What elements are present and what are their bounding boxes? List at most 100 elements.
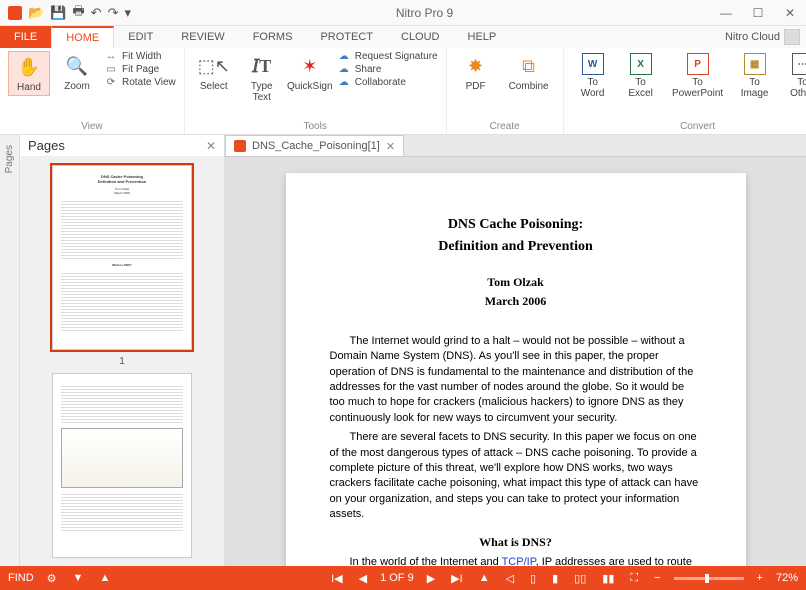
fit-width-button[interactable]: ↔Fit Width [104, 51, 176, 62]
tab-forms[interactable]: FORMS [239, 26, 307, 48]
minimize-button[interactable]: — [710, 6, 742, 20]
share-label: Share [355, 64, 382, 75]
prev-page-icon[interactable]: ◀ [356, 572, 370, 585]
combine-button[interactable]: ⧉ Combine [503, 51, 555, 94]
redo-icon[interactable]: ↷ [108, 5, 119, 21]
to-word-button[interactable]: W To Word [572, 51, 614, 101]
fit-page-label: Fit Page [122, 64, 159, 75]
to-image-button[interactable]: ▦ To Image [734, 51, 776, 101]
pages-panel-close-icon[interactable]: ✕ [206, 139, 216, 153]
side-tab-pages[interactable]: Pages [4, 145, 15, 173]
to-other-button[interactable]: ⋯ To Other [782, 51, 806, 101]
to-word-label: To Word [581, 77, 605, 99]
maximize-button[interactable]: ☐ [742, 6, 774, 20]
hand-icon: ✋ [16, 54, 42, 80]
first-page-icon[interactable]: I◀ [328, 572, 346, 585]
zoom-label: Zoom [64, 81, 90, 92]
thumbnails-list[interactable]: DNS Cache PoisoningDefinition and Preven… [20, 157, 224, 566]
rotate-view-button[interactable]: ⟳Rotate View [104, 77, 176, 88]
collaborate-button[interactable]: ☁Collaborate [337, 77, 438, 88]
app-icon [8, 6, 22, 20]
pdf-label: PDF [466, 81, 486, 92]
select-button[interactable]: ⬚↖ Select [193, 51, 235, 94]
page-number-1: 1 [119, 356, 125, 367]
quicksign-button[interactable]: ✶ QuickSign [289, 51, 331, 94]
share-button[interactable]: ☁Share [337, 64, 438, 75]
page-thumbnail-2[interactable] [52, 373, 192, 558]
work-area: Pages Pages ✕ DNS Cache PoisoningDefinit… [0, 135, 806, 566]
tab-edit[interactable]: EDIT [114, 26, 167, 48]
link-tcpip[interactable]: TCP/IP [502, 556, 536, 566]
customize-icon[interactable]: ▾ [124, 5, 131, 21]
settings-icon[interactable]: ⚙ [44, 572, 60, 585]
zoom-slider-knob[interactable] [705, 574, 709, 583]
document-tab-1-close-icon[interactable]: ✕ [386, 140, 395, 153]
back-icon[interactable]: ◁ [503, 572, 517, 585]
zoom-out-icon[interactable]: − [651, 572, 663, 584]
type-text-icon: 𝐼T [249, 53, 275, 79]
nitro-cloud-link[interactable]: Nitro Cloud [719, 26, 806, 48]
tab-home[interactable]: HOME [51, 26, 114, 48]
select-icon: ⬚↖ [201, 53, 227, 79]
fit-page-icon: ▭ [104, 64, 118, 75]
view-single-icon[interactable]: ▯ [527, 572, 539, 585]
save-icon[interactable]: 💾 [50, 5, 66, 21]
document-tab-1-label: DNS_Cache_Poisoning[1] [252, 140, 380, 152]
quicksign-icon: ✶ [297, 53, 323, 79]
view-facing-icon[interactable]: ▯▯ [571, 572, 589, 585]
type-text-button[interactable]: 𝐼T Type Text [241, 51, 283, 105]
to-powerpoint-button[interactable]: P To PowerPoint [668, 51, 728, 101]
next-find-icon[interactable]: ▲ [96, 572, 113, 584]
fit-page-button[interactable]: ▭ Fit Page [104, 64, 176, 75]
prev-find-icon[interactable]: ▼ [70, 572, 87, 584]
window-controls: — ☐ ✕ [710, 6, 806, 20]
zoom-slider[interactable] [674, 577, 744, 580]
group-tools-label: Tools [193, 121, 438, 132]
word-icon: W [582, 53, 604, 75]
file-tab[interactable]: FILE [0, 26, 51, 48]
doc-title-2: Definition and Prevention [330, 237, 702, 257]
combine-icon: ⧉ [516, 53, 542, 79]
undo-icon[interactable]: ↶ [91, 5, 102, 21]
excel-icon: X [630, 53, 652, 75]
doc-para-3: In the world of the Internet and TCP/IP,… [330, 555, 702, 566]
find-button[interactable]: FIND [8, 572, 34, 584]
ppt-icon: P [687, 53, 709, 75]
page-thumbnail-1[interactable]: DNS Cache PoisoningDefinition and Preven… [52, 165, 192, 350]
print-icon[interactable]: 🖶 [72, 2, 84, 24]
view-continuous-icon[interactable]: ▮ [549, 572, 561, 585]
next-page-icon[interactable]: ▶ [424, 572, 438, 585]
doc-heading-1: What is DNS? [330, 534, 702, 551]
view-cont-facing-icon[interactable]: ▮▮ [599, 572, 617, 585]
group-create: ✸ PDF ⧉ Combine Create [447, 48, 564, 134]
doc-title-1: DNS Cache Poisoning: [330, 215, 702, 235]
page-content: DNS Cache Poisoning: Definition and Prev… [286, 173, 746, 566]
document-tab-1[interactable]: DNS_Cache_Poisoning[1] ✕ [225, 135, 404, 156]
tab-review[interactable]: REVIEW [167, 26, 238, 48]
reqsig-label: Request Signature [355, 51, 438, 62]
rotate-label: Rotate View [122, 77, 176, 88]
create-pdf-button[interactable]: ✸ PDF [455, 51, 497, 94]
close-button[interactable]: ✕ [774, 6, 806, 20]
tab-help[interactable]: HELP [454, 26, 511, 48]
fullscreen-icon[interactable]: ⛶ [627, 572, 641, 585]
hand-tool-button[interactable]: ✋ Hand [8, 51, 50, 96]
side-tabs: Pages [0, 135, 20, 566]
fit-width-label: Fit Width [122, 51, 161, 62]
document-view[interactable]: DNS Cache Poisoning: Definition and Prev… [225, 157, 806, 566]
group-view: ✋ Hand 🔍 Zoom ↔Fit Width ▭ Fit Page ⟳Rota… [0, 48, 185, 134]
tab-protect[interactable]: PROTECT [306, 26, 387, 48]
request-signature-button[interactable]: ☁Request Signature [337, 51, 438, 62]
zoom-tool-button[interactable]: 🔍 Zoom [56, 51, 98, 94]
play-icon[interactable]: ▲ [476, 572, 493, 584]
tab-cloud[interactable]: CLOUD [387, 26, 454, 48]
zoom-level[interactable]: 72% [776, 572, 798, 584]
zoom-in-icon[interactable]: + [754, 572, 766, 584]
to-excel-button[interactable]: X To Excel [620, 51, 662, 101]
group-convert-label: Convert [572, 121, 806, 132]
page-indicator[interactable]: 1 OF 9 [380, 572, 414, 584]
open-icon[interactable]: 📂 [28, 5, 44, 21]
last-page-icon[interactable]: ▶I [448, 572, 466, 585]
to-other-label: To Other [790, 77, 806, 99]
user-avatar-icon [784, 29, 800, 45]
